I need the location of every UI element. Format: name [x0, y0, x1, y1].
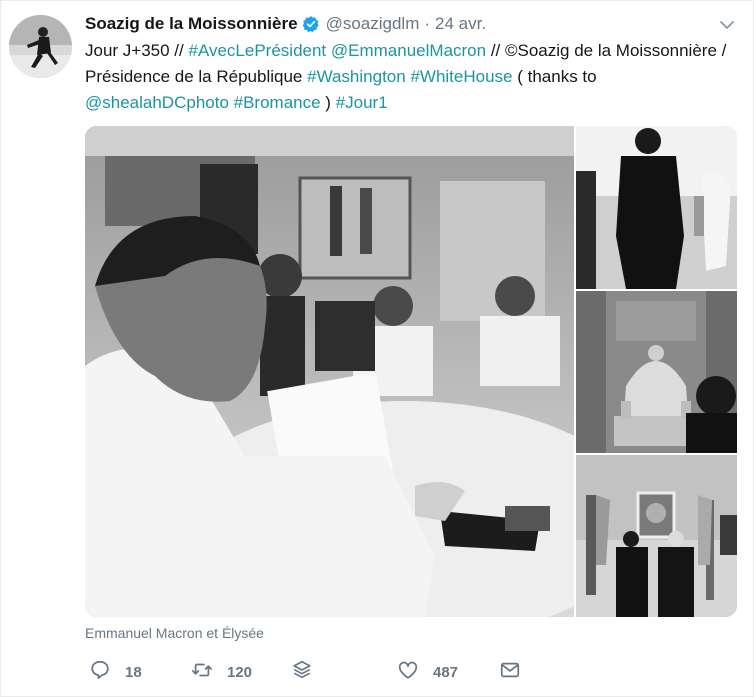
- hashtag-link[interactable]: #Bromance: [234, 93, 321, 112]
- photo-meeting-table[interactable]: [85, 126, 574, 617]
- direct-message-button[interactable]: [499, 658, 521, 686]
- hashtag-link[interactable]: #Washington: [307, 67, 406, 86]
- text-segment: ( thanks to: [512, 67, 597, 86]
- like-button[interactable]: 487: [397, 658, 458, 686]
- photo-oval-office[interactable]: [576, 455, 737, 617]
- tweet-header: Soazig de la Moissonnière @soazigdlm · 2…: [85, 13, 486, 35]
- author-name[interactable]: Soazig de la Moissonnière: [85, 14, 298, 34]
- media-caption[interactable]: Emmanuel Macron et Élysée: [85, 625, 264, 641]
- reply-bubble-icon: [89, 659, 111, 685]
- like-count: 487: [433, 663, 459, 681]
- photo-lincoln-memorial[interactable]: [576, 291, 737, 453]
- hashtag-link[interactable]: #Jour1: [336, 93, 388, 112]
- retweet-count: 120: [227, 663, 253, 681]
- hashtag-link[interactable]: #WhiteHouse: [410, 67, 512, 86]
- header-separator: ·: [424, 14, 431, 33]
- moments-button[interactable]: [291, 658, 313, 686]
- action-bar: 18 120 487: [85, 658, 605, 688]
- author-handle[interactable]: @soazigdlm: [326, 14, 420, 34]
- reply-button[interactable]: 18: [89, 658, 142, 686]
- mention-link[interactable]: @EmmanuelMacron: [331, 41, 486, 60]
- tweet-timestamp[interactable]: 24 avr.: [435, 14, 486, 34]
- photo-walking[interactable]: [576, 126, 737, 289]
- text-segment: Jour J+350 //: [85, 41, 189, 60]
- chevron-down-icon[interactable]: [717, 15, 737, 35]
- tweet-text: Jour J+350 // #AvecLePrésident @Emmanuel…: [85, 38, 745, 116]
- media-grid: [85, 126, 737, 617]
- verified-badge-icon: [302, 15, 320, 33]
- text-segment: ): [320, 93, 336, 112]
- hashtag-link[interactable]: #AvecLePrésident: [188, 41, 326, 60]
- tweet-card[interactable]: Soazig de la Moissonnière @soazigdlm · 2…: [0, 0, 754, 697]
- reply-count: 18: [125, 663, 142, 681]
- layers-stack-icon: [291, 659, 313, 685]
- retweet-icon: [191, 659, 213, 685]
- retweet-button[interactable]: 120: [191, 658, 252, 686]
- avatar[interactable]: [9, 15, 72, 78]
- envelope-icon: [499, 659, 521, 685]
- mention-link[interactable]: @shealahDCphoto: [85, 93, 229, 112]
- heart-icon: [397, 659, 419, 685]
